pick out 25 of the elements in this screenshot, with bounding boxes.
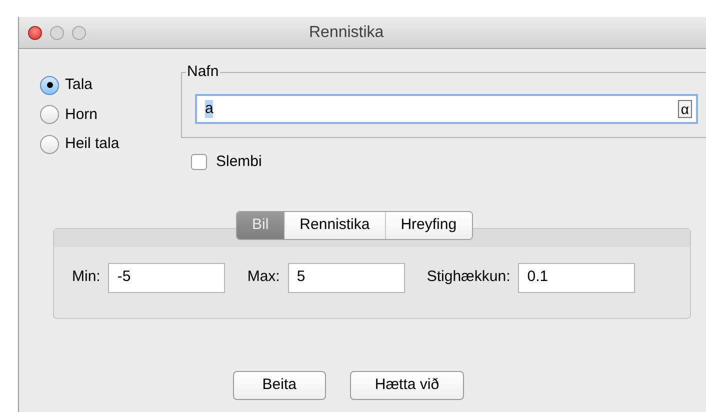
radio-button[interactable] xyxy=(40,76,59,95)
field-label: Min: xyxy=(72,267,100,288)
field-label: Stighækkun: xyxy=(426,267,510,288)
dialog-button[interactable]: Hætta við xyxy=(350,370,464,400)
input-field[interactable]: 0.1 xyxy=(518,262,636,292)
input-field[interactable]: -5 xyxy=(108,262,226,292)
checkbox[interactable] xyxy=(191,154,207,170)
close-button[interactable] xyxy=(28,26,42,40)
radio-label: Tala xyxy=(65,75,93,95)
dialog-button[interactable]: Beita xyxy=(232,370,326,400)
radio-label: Heil tala xyxy=(65,134,120,154)
zoom-button[interactable] xyxy=(72,26,86,40)
radio-button[interactable] xyxy=(40,134,59,154)
tab[interactable]: Hreyfing xyxy=(384,212,472,238)
field-label: Max: xyxy=(247,267,280,288)
field-value: a xyxy=(205,100,214,118)
checkbox-label: Slembi xyxy=(216,152,262,172)
name-field[interactable]: a α xyxy=(195,94,698,124)
radio-button[interactable] xyxy=(40,105,59,124)
minimize-button[interactable] xyxy=(50,26,64,40)
window-title: Rennistika xyxy=(309,22,384,42)
tab[interactable]: Rennistika xyxy=(284,212,385,238)
symbol-button[interactable]: α xyxy=(678,100,692,118)
radio-label: Horn xyxy=(65,104,98,124)
input-field[interactable]: 5 xyxy=(288,262,405,292)
